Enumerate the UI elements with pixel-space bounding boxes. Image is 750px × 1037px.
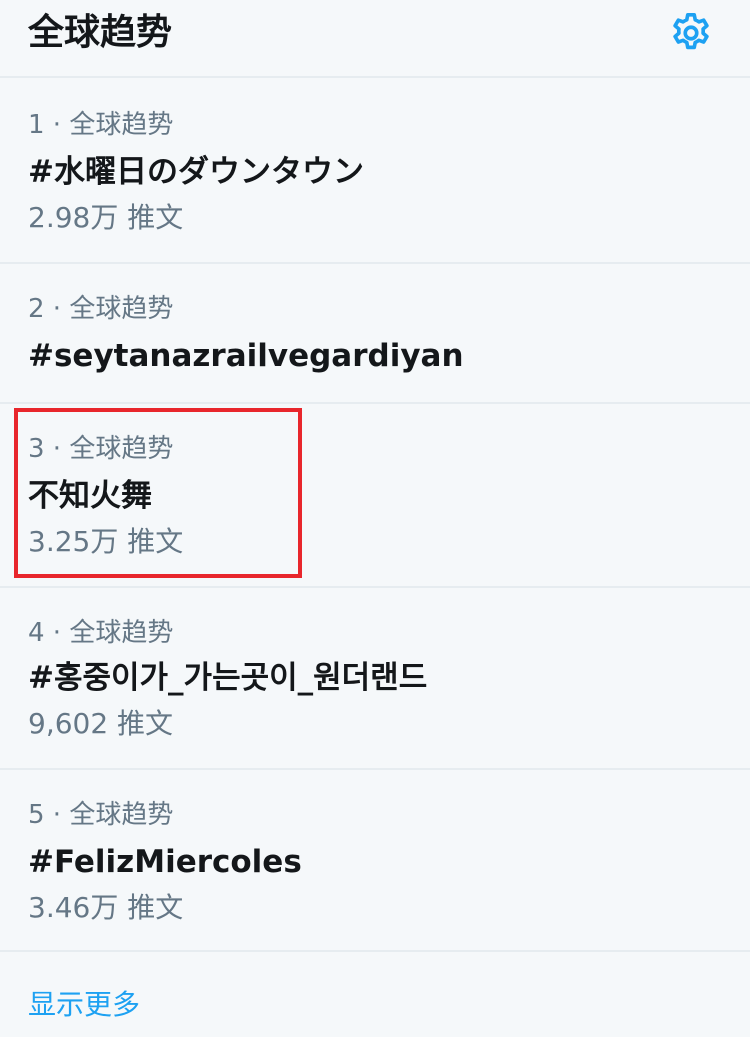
- trend-name: #FelizMiercoles: [28, 844, 302, 880]
- trend-name: 不知火舞: [28, 478, 152, 514]
- trend-item[interactable]: 3 · 全球趋势 不知火舞 3.25万 推文: [0, 404, 750, 588]
- show-more-link[interactable]: 显示更多: [28, 986, 140, 1024]
- trend-rank-label: 1 · 全球趋势: [28, 110, 174, 140]
- trend-tweet-count: 3.46万 推文: [28, 891, 184, 924]
- trend-rank-label: 3 · 全球趋势: [28, 434, 174, 464]
- trend-name: #seytanazrailvegardiyan: [28, 338, 464, 374]
- trend-item[interactable]: 4 · 全球趋势 #홍중이가_가는곳이_원더랜드 9,602 推文: [0, 588, 750, 770]
- trends-panel: 全球趋势 1 · 全球趋势 #水曜日のダウンタウン 2.98万 推文 2 · 全…: [0, 0, 750, 1037]
- trend-rank-label: 5 · 全球趋势: [28, 800, 174, 830]
- trend-name: #홍중이가_가는곳이_원더랜드: [28, 660, 428, 696]
- trend-tweet-count: 3.25万 推文: [28, 525, 184, 558]
- trend-item[interactable]: 1 · 全球趋势 #水曜日のダウンタウン 2.98万 推文: [0, 78, 750, 264]
- trend-tweet-count: 2.98万 推文: [28, 201, 184, 234]
- trend-item[interactable]: 2 · 全球趋势 #seytanazrailvegardiyan: [0, 264, 750, 404]
- trend-rank-label: 2 · 全球趋势: [28, 294, 174, 324]
- trends-header: 全球趋势: [0, 0, 750, 78]
- panel-title: 全球趋势: [28, 12, 173, 53]
- gear-icon[interactable]: [668, 10, 714, 56]
- trend-tweet-count: 9,602 推文: [28, 707, 174, 740]
- trend-name: #水曜日のダウンタウン: [28, 154, 364, 190]
- trend-rank-label: 4 · 全球趋势: [28, 618, 174, 648]
- trend-item[interactable]: 5 · 全球趋势 #FelizMiercoles 3.46万 推文: [0, 770, 750, 952]
